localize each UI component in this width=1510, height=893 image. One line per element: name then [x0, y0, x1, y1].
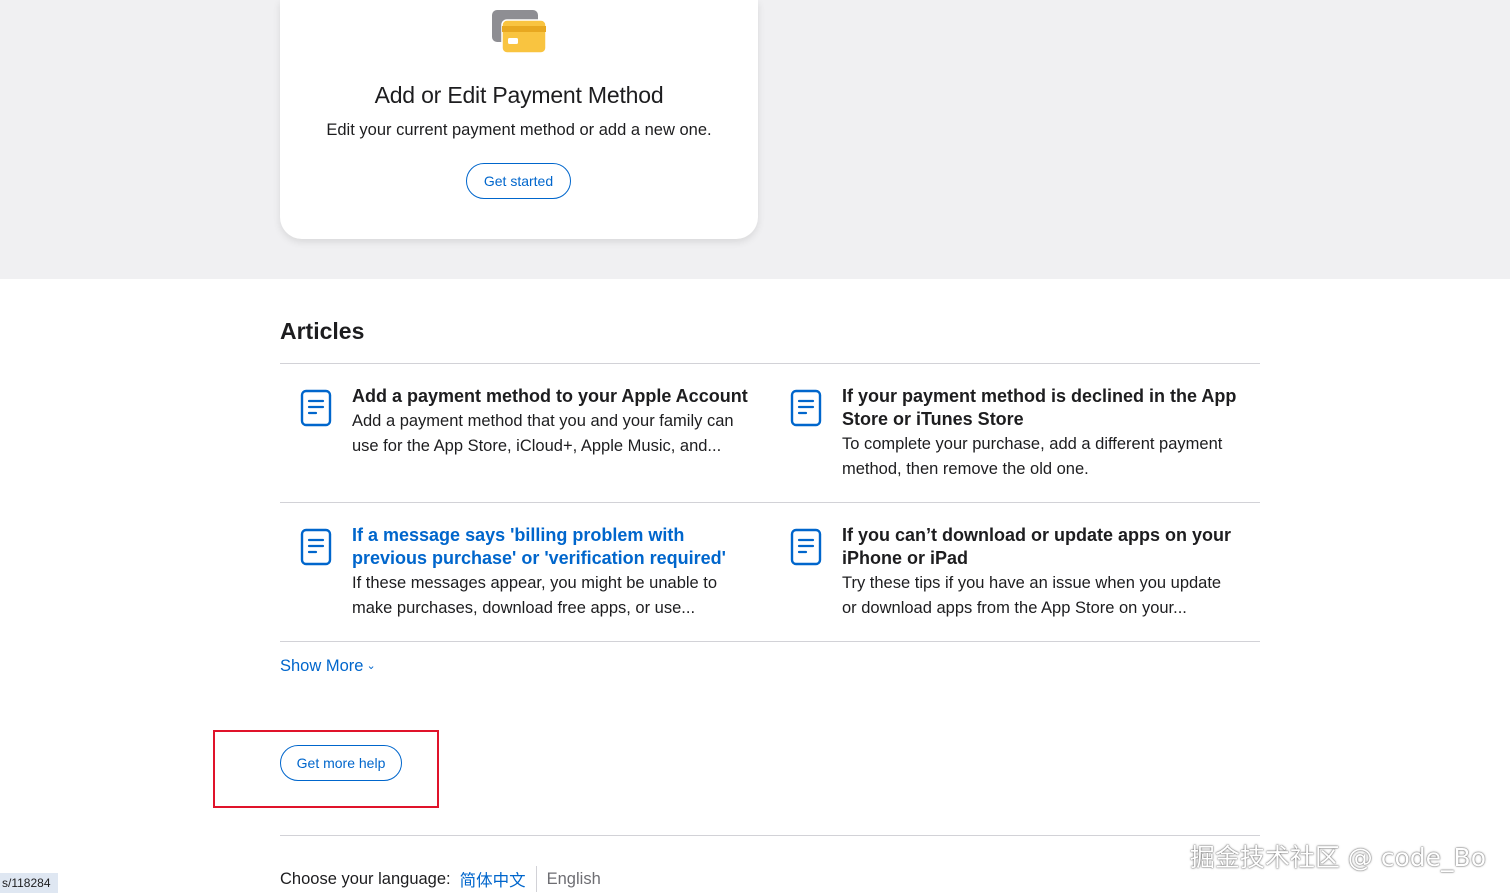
status-url-preview: s/118284	[0, 873, 58, 893]
page: Add or Edit Payment Method Edit your cur…	[0, 0, 1510, 893]
article-description: use for the App Store, iCloud+, Apple Mu…	[352, 437, 722, 455]
chevron-down-icon: ⌄	[366, 660, 376, 672]
article-description: make purchases, download free apps, or u…	[352, 599, 696, 617]
hero-band: Add or Edit Payment Method Edit your cur…	[0, 0, 1510, 279]
card-description: Edit your current payment method or add …	[326, 121, 712, 139]
show-more-label: Show More	[280, 657, 364, 675]
get-more-help-button[interactable]: Get more help	[280, 745, 402, 781]
article-description: method, then remove the old one.	[842, 460, 1089, 478]
document-icon	[790, 528, 822, 566]
article-description: Add a payment method that you and your f…	[352, 412, 734, 430]
article-item[interactable]: Add a payment method to your Apple Accou…	[280, 385, 750, 465]
language-selector: Choose your language: 简体中文 English	[280, 866, 601, 892]
document-icon	[790, 389, 822, 427]
payment-method-card: Add or Edit Payment Method Edit your cur…	[280, 0, 758, 239]
language-separator	[535, 866, 537, 892]
article-description: or download apps from the App Store on y…	[842, 599, 1187, 617]
article-title-link[interactable]: If a message says 'billing problem with	[352, 524, 757, 547]
articles-heading: Articles	[280, 318, 365, 344]
watermark: 掘金技术社区 @ code_Bo	[1189, 843, 1486, 872]
article-description: Try these tips if you have an issue when…	[842, 574, 1222, 592]
document-icon	[300, 389, 332, 427]
article-description: To complete your purchase, add a differe…	[842, 435, 1223, 453]
language-label: Choose your language:	[280, 869, 451, 888]
divider	[280, 363, 1260, 364]
show-more-link[interactable]: Show More ⌄	[280, 657, 376, 676]
divider	[280, 641, 1260, 642]
article-title[interactable]: Store or iTunes Store	[842, 408, 1247, 431]
article-title[interactable]: iPhone or iPad	[842, 547, 1247, 570]
article-title-link[interactable]: previous purchase' or 'verification requ…	[352, 547, 757, 570]
article-title[interactable]: If your payment method is declined in th…	[842, 385, 1247, 408]
footer-divider	[280, 835, 1260, 836]
language-option-zh[interactable]: 简体中文	[460, 867, 526, 891]
article-item[interactable]: If a message says 'billing problem with …	[280, 524, 750, 624]
get-started-button[interactable]: Get started	[466, 163, 571, 199]
divider	[280, 502, 1260, 503]
article-item[interactable]: If you can’t download or update apps on …	[770, 524, 1240, 624]
article-title[interactable]: If you can’t download or update apps on …	[842, 524, 1247, 547]
document-icon	[300, 528, 332, 566]
article-description: If these messages appear, you might be u…	[352, 574, 718, 592]
card-title: Add or Edit Payment Method	[374, 82, 664, 108]
language-option-en[interactable]: English	[547, 870, 601, 889]
article-item[interactable]: If your payment method is declined in th…	[770, 385, 1240, 485]
article-title[interactable]: Add a payment method to your Apple Accou…	[352, 385, 757, 408]
credit-card-icon	[492, 10, 547, 54]
